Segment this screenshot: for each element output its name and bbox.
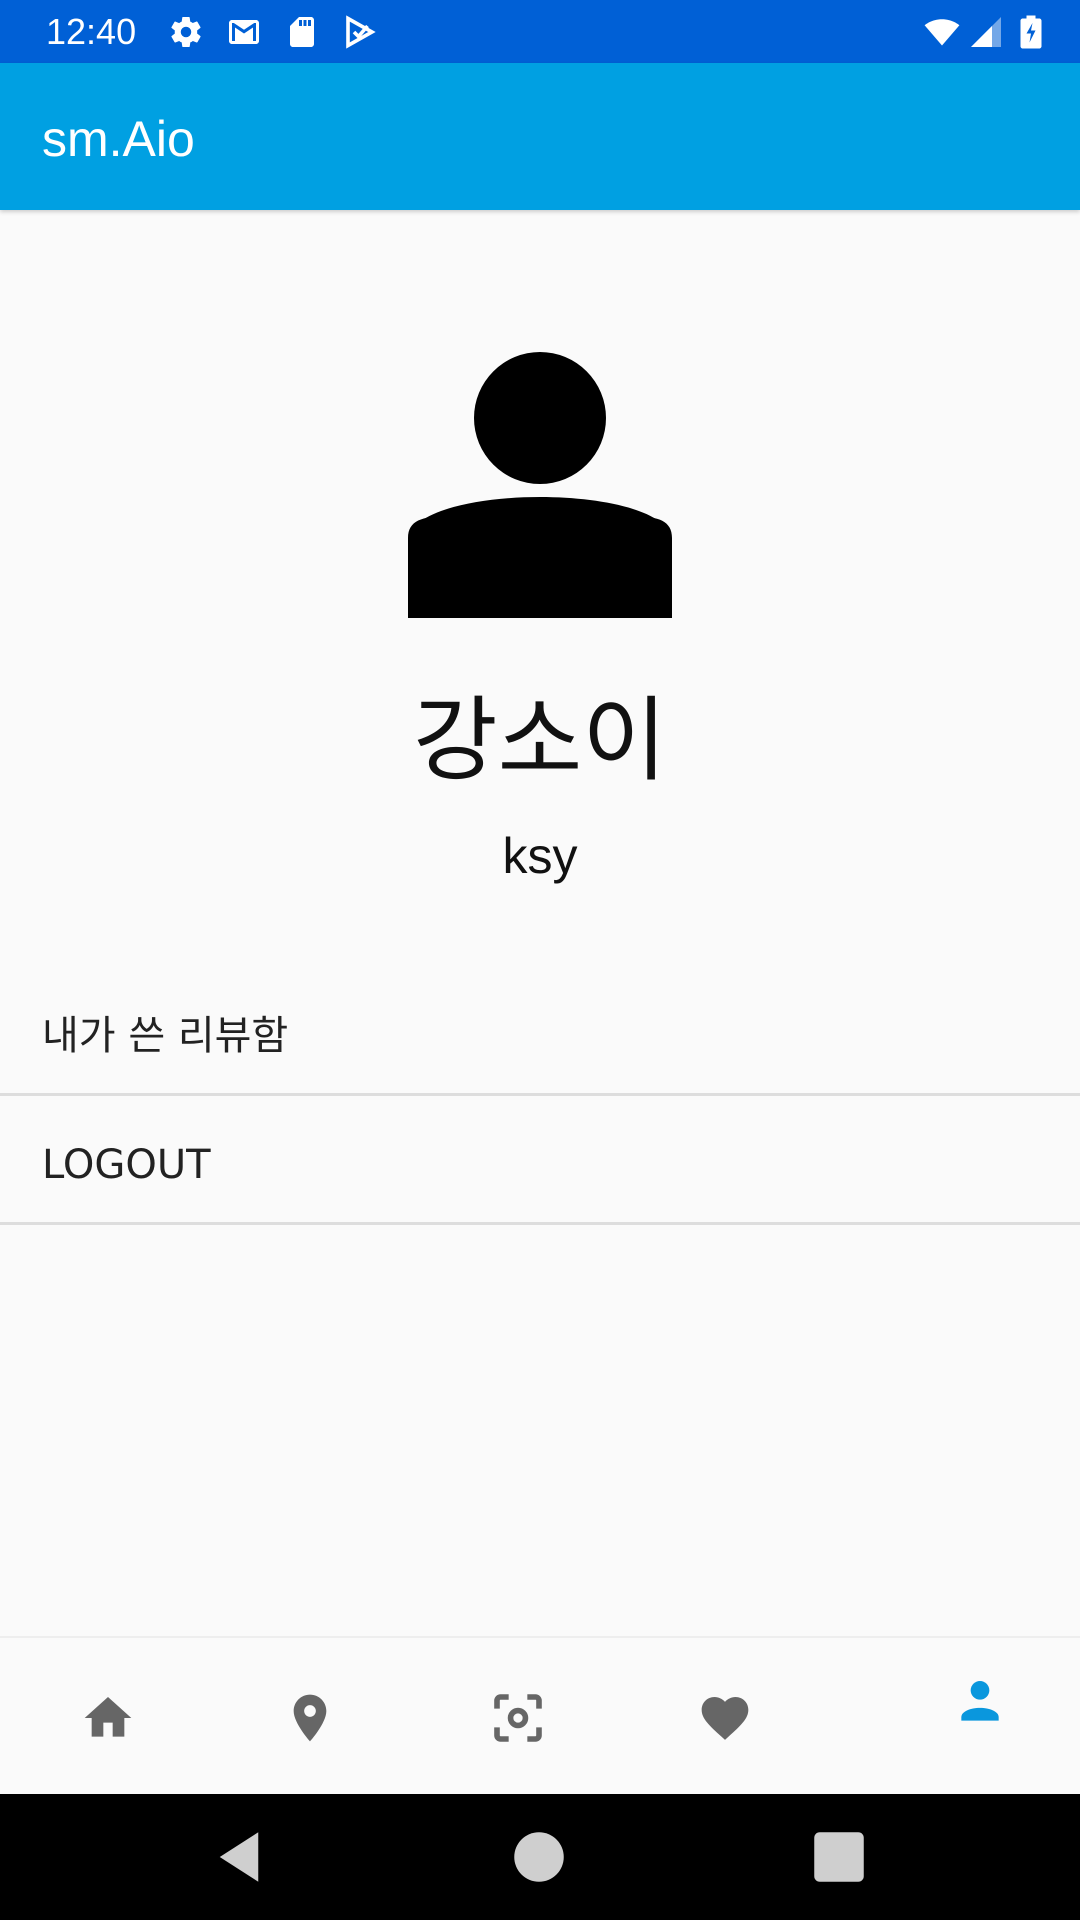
bottom-navigation xyxy=(0,1636,1080,1794)
cell-signal-icon xyxy=(971,17,1001,47)
nav-item-home[interactable] xyxy=(0,1638,216,1796)
location-icon xyxy=(293,1694,327,1742)
home-button-icon[interactable] xyxy=(506,1824,572,1890)
app-bar: sm.Aio xyxy=(0,63,1080,210)
nav-item-scan[interactable] xyxy=(410,1638,626,1796)
menu-item-logout[interactable]: LOGOUT xyxy=(0,1097,1080,1225)
play-store-icon xyxy=(346,15,376,49)
app-title: sm.Aio xyxy=(42,111,195,167)
scan-icon xyxy=(494,1694,542,1742)
menu-item-label: 내가 쓴 리뷰함 xyxy=(42,1013,289,1059)
person-icon xyxy=(961,1681,999,1721)
back-icon[interactable] xyxy=(206,1824,272,1890)
profile-avatar-icon xyxy=(408,352,672,618)
menu-item-my-reviews[interactable]: 내가 쓴 리뷰함 xyxy=(0,968,1080,1096)
recents-icon[interactable] xyxy=(806,1824,872,1890)
system-navigation-bar xyxy=(0,1794,1080,1920)
menu-item-label: LOGOUT xyxy=(42,1142,211,1188)
battery-icon xyxy=(1020,15,1042,49)
home-icon xyxy=(84,1697,132,1737)
settings-icon xyxy=(171,17,201,48)
gmail-icon xyxy=(229,20,259,44)
heart-icon xyxy=(701,1697,749,1740)
sd-card-icon xyxy=(290,17,314,47)
profile-name: 강소이 xyxy=(413,687,667,794)
nav-item-location[interactable] xyxy=(202,1638,418,1796)
wifi-icon xyxy=(924,19,960,46)
nav-item-favorites[interactable] xyxy=(617,1638,833,1796)
status-time: 12:40 xyxy=(46,11,137,52)
status-bar: 12:40 xyxy=(0,0,1080,63)
nav-item-profile[interactable] xyxy=(872,1638,1080,1796)
profile-user-id: ksy xyxy=(502,828,578,884)
